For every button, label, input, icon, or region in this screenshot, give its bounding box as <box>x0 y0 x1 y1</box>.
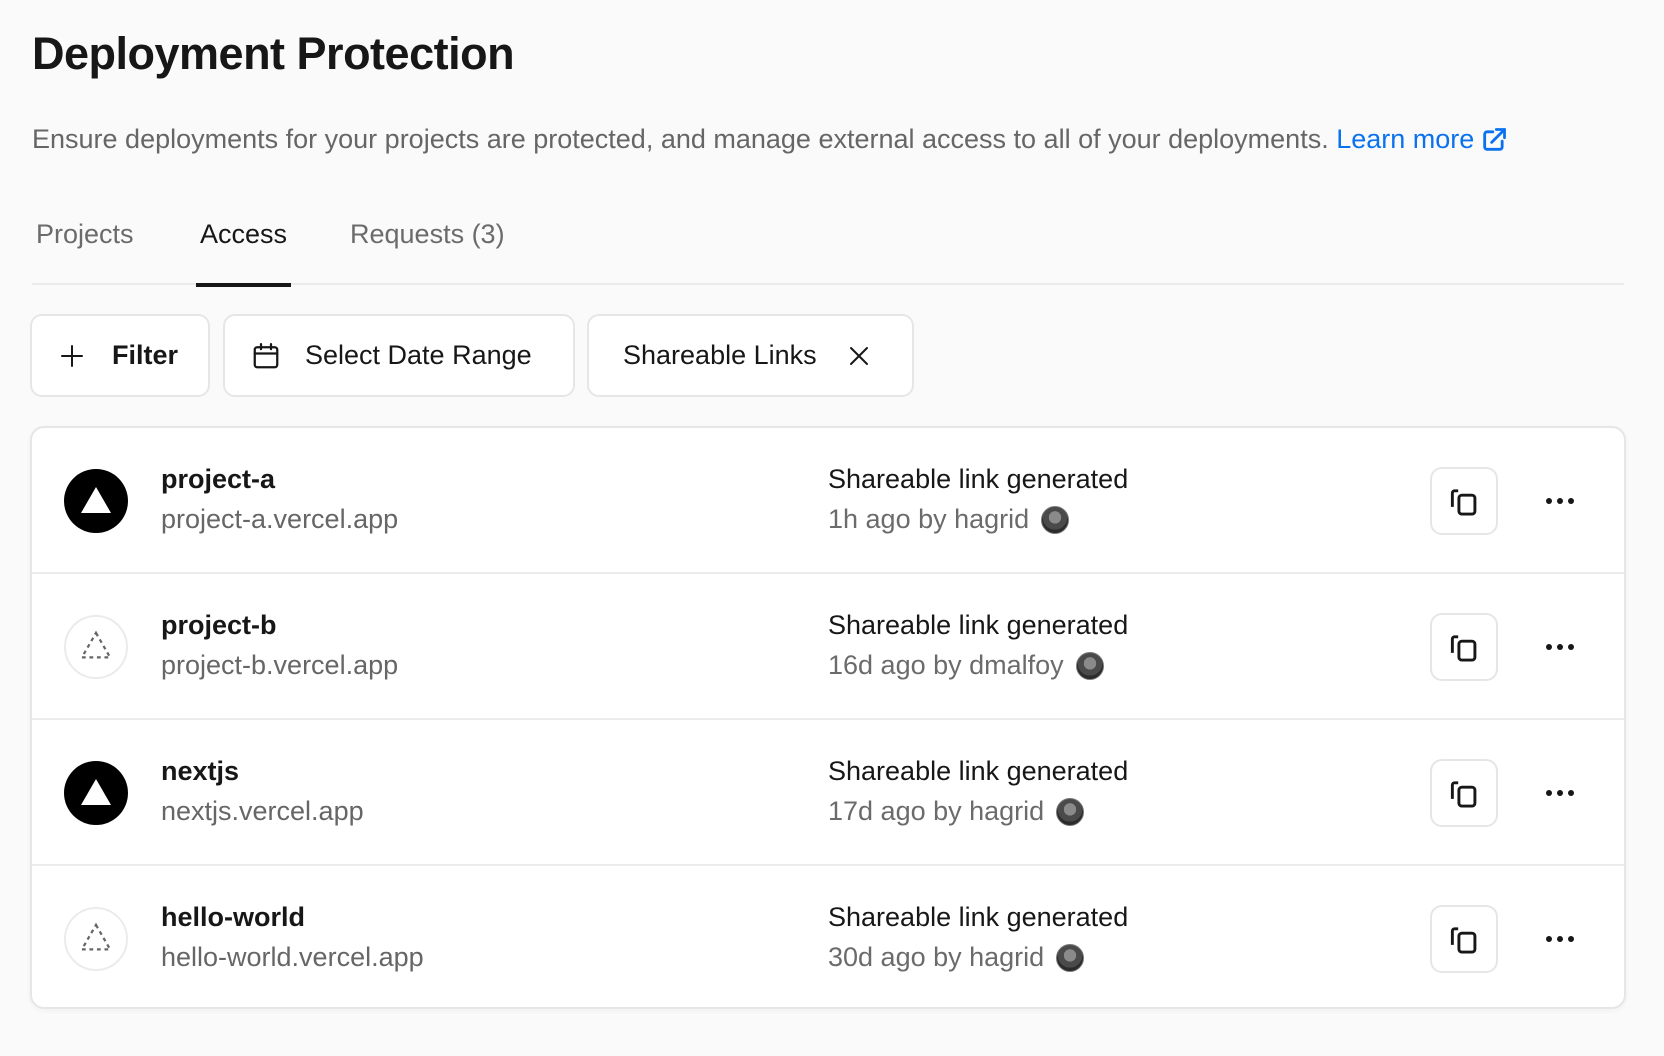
avatar <box>1056 943 1085 972</box>
more-options-button[interactable] <box>1538 629 1582 665</box>
more-horizontal-icon <box>1546 498 1574 504</box>
list-item: project-a project-a.vercel.app Shareable… <box>32 428 1624 574</box>
page-title: Deployment Protection <box>32 28 515 79</box>
calendar-icon <box>253 342 279 368</box>
active-filter-chip[interactable]: Shareable Links <box>587 314 914 397</box>
tab-projects[interactable]: Projects <box>36 219 134 285</box>
project-logo <box>64 615 128 679</box>
copy-button[interactable] <box>1430 905 1498 973</box>
external-link-icon <box>1483 127 1507 151</box>
avatar <box>1056 797 1085 826</box>
tab-bar: Projects Access Requests (3) <box>32 205 1624 287</box>
tab-access[interactable]: Access <box>195 219 292 287</box>
more-options-button[interactable] <box>1538 921 1582 957</box>
copy-button[interactable] <box>1430 467 1498 535</box>
copy-icon <box>1450 635 1477 662</box>
copy-button[interactable] <box>1430 613 1498 681</box>
filter-button-label: Filter <box>112 340 179 370</box>
close-icon[interactable] <box>847 344 871 368</box>
learn-more-label: Learn more <box>1336 124 1475 154</box>
dashed-triangle-icon <box>79 922 113 951</box>
copy-icon <box>1450 927 1477 954</box>
event-title: Shareable link generated <box>828 902 1129 932</box>
event-meta: 1h ago by hagrid <box>828 504 1070 535</box>
project-name: project-a <box>161 464 276 494</box>
project-name: nextjs <box>161 756 240 786</box>
more-horizontal-icon <box>1546 644 1574 650</box>
project-logo <box>64 469 128 533</box>
event-meta-text: 1h ago by hagrid <box>828 504 1030 534</box>
more-options-button[interactable] <box>1538 775 1582 811</box>
solid-triangle-icon <box>81 779 111 805</box>
plus-icon <box>61 344 83 367</box>
avatar <box>1041 505 1070 534</box>
project-name: hello-world <box>161 902 305 932</box>
dashed-triangle-icon <box>79 630 113 659</box>
project-url[interactable]: hello-world.vercel.app <box>161 942 424 973</box>
list-item: hello-world hello-world.vercel.app Share… <box>32 866 1624 1007</box>
page-description: Ensure deployments for your projects are… <box>32 124 1508 155</box>
date-range-button[interactable]: Select Date Range <box>223 314 575 397</box>
project-name: project-b <box>161 610 277 640</box>
event-meta: 16d ago by dmalfoy <box>828 650 1104 681</box>
project-logo <box>64 761 128 825</box>
project-url[interactable]: nextjs.vercel.app <box>161 796 364 827</box>
copy-icon <box>1450 781 1477 808</box>
project-url[interactable]: project-b.vercel.app <box>161 650 398 681</box>
event-meta: 30d ago by hagrid <box>828 942 1085 973</box>
list-item: nextjs nextjs.vercel.app Shareable link … <box>32 720 1624 866</box>
filter-button[interactable]: Filter <box>30 314 210 397</box>
copy-icon <box>1450 489 1477 516</box>
more-horizontal-icon <box>1546 790 1574 796</box>
more-horizontal-icon <box>1546 936 1574 942</box>
more-options-button[interactable] <box>1538 483 1582 519</box>
project-logo <box>64 907 128 971</box>
event-title: Shareable link generated <box>828 756 1129 786</box>
date-range-label: Select Date Range <box>305 340 532 370</box>
list-item: project-b project-b.vercel.app Shareable… <box>32 574 1624 720</box>
event-meta-text: 30d ago by hagrid <box>828 942 1045 972</box>
avatar <box>1075 651 1104 680</box>
event-title: Shareable link generated <box>828 610 1129 640</box>
access-list: project-a project-a.vercel.app Shareable… <box>30 426 1626 1009</box>
description-text: Ensure deployments for your projects are… <box>32 124 1329 154</box>
event-meta-text: 17d ago by hagrid <box>828 796 1045 826</box>
learn-more-link[interactable]: Learn more <box>1336 124 1508 155</box>
event-title: Shareable link generated <box>828 464 1129 494</box>
project-url[interactable]: project-a.vercel.app <box>161 504 398 535</box>
event-meta-text: 16d ago by dmalfoy <box>828 650 1064 680</box>
tab-requests[interactable]: Requests (3) <box>350 219 505 285</box>
event-meta: 17d ago by hagrid <box>828 796 1085 827</box>
copy-button[interactable] <box>1430 759 1498 827</box>
active-filter-label: Shareable Links <box>623 340 817 370</box>
solid-triangle-icon <box>81 487 111 513</box>
